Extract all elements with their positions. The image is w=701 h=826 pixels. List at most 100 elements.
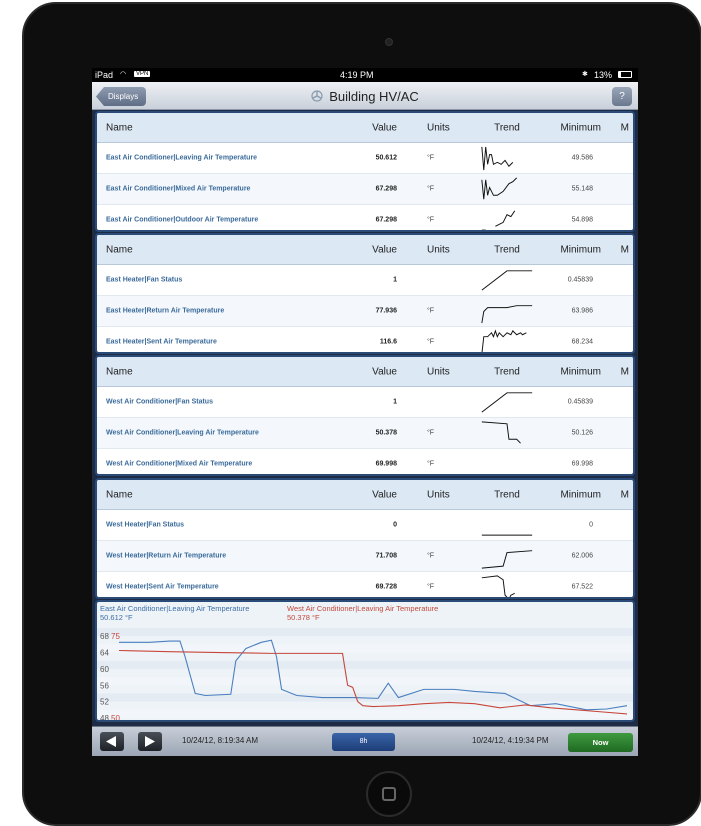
point-value: 77.936 bbox=[375, 307, 397, 315]
home-button[interactable] bbox=[366, 771, 412, 817]
legend-series-west: West Air Conditioner|Leaving Air Tempera… bbox=[287, 604, 438, 622]
point-minimum: 50.126 bbox=[571, 429, 593, 437]
trend-sparkline bbox=[481, 210, 516, 230]
panel-header-row: Name Value Units Trend Minimum M bbox=[97, 480, 633, 510]
table-row[interactable]: West Heater|Fan Status 0 0 bbox=[97, 510, 633, 541]
grid-band bbox=[97, 709, 633, 718]
table-row[interactable]: East Air Conditioner|Outdoor Air Tempera… bbox=[97, 205, 633, 230]
point-name: East Heater|Fan Status bbox=[106, 276, 183, 284]
front-camera bbox=[385, 38, 393, 46]
column-header-minimum: Minimum bbox=[560, 489, 601, 500]
column-header-minimum: Minimum bbox=[560, 244, 601, 255]
point-minimum: 55.148 bbox=[571, 185, 593, 193]
point-value: 69.998 bbox=[375, 460, 397, 468]
table-row[interactable]: East Air Conditioner|Mixed Air Temperatu… bbox=[97, 174, 633, 205]
table-row[interactable]: West Heater|Return Air Temperature 71.708… bbox=[97, 541, 633, 572]
carrier-label: iPad bbox=[95, 70, 114, 80]
point-minimum: 68.234 bbox=[571, 338, 593, 346]
battery-percent: 13% bbox=[594, 70, 613, 80]
table-row[interactable]: East Heater|Fan Status 1 0.45839 bbox=[97, 265, 633, 296]
point-value: 50.612 bbox=[375, 154, 397, 162]
trend-sparkline bbox=[481, 575, 515, 597]
column-header-maximum: M bbox=[620, 244, 629, 255]
point-name: West Air Conditioner|Fan Status bbox=[106, 398, 213, 406]
help-button[interactable]: ? bbox=[612, 87, 632, 106]
point-units: °F bbox=[427, 583, 435, 591]
trend-sparkline bbox=[481, 146, 514, 171]
trend-sparkline bbox=[481, 305, 533, 324]
point-name: East Heater|Return Air Temperature bbox=[106, 307, 225, 315]
point-minimum: 0.45839 bbox=[567, 276, 593, 284]
bottom-toolbar: 10/24/12, 8:19:34 AM 8h 10/24/12, 4:19:3… bbox=[92, 726, 638, 756]
panel-header-row: Name Value Units Trend Minimum M bbox=[97, 235, 633, 265]
table-row[interactable]: East Air Conditioner|Leaving Air Tempera… bbox=[97, 143, 633, 174]
trend-chart[interactable]: 48 52 56 60 64 68 50 75 bbox=[97, 626, 633, 720]
table-row[interactable]: West Air Conditioner|Mixed Air Temperatu… bbox=[97, 449, 633, 474]
start-time: 10/24/12, 8:19:34 AM bbox=[182, 736, 259, 745]
end-time: 10/24/12, 4:19:34 PM bbox=[472, 736, 549, 745]
vpn-badge: VPN bbox=[134, 71, 151, 77]
data-panel: Name Value Units Trend Minimum M West Air Cond… bbox=[95, 355, 635, 476]
point-units: °F bbox=[427, 307, 435, 315]
range-button[interactable]: 8h bbox=[332, 733, 395, 751]
point-units: °F bbox=[427, 154, 435, 162]
trend-sparkline bbox=[481, 534, 533, 536]
column-header-maximum: M bbox=[620, 366, 629, 377]
point-minimum: 63.986 bbox=[571, 307, 593, 315]
column-header-trend: Trend bbox=[494, 366, 520, 377]
legend-west-name: West Air Conditioner|Leaving Air Tempera… bbox=[287, 604, 439, 613]
table-row[interactable]: East Heater|Return Air Temperature 77.936… bbox=[97, 296, 633, 327]
previous-button[interactable] bbox=[100, 732, 124, 751]
point-name: East Heater|Sent Air Temperature bbox=[106, 338, 217, 346]
app-screen: iPad ◠ VPN 4:19 PM ✱ 13% Displays Buildi… bbox=[92, 68, 638, 756]
column-header-units: Units bbox=[427, 366, 450, 377]
point-name: West Heater|Sent Air Temperature bbox=[106, 583, 219, 591]
column-header-trend: Trend bbox=[494, 244, 520, 255]
trend-sparkline bbox=[481, 329, 527, 352]
legend-series-east: East Air Conditioner|Leaving Air Tempera… bbox=[100, 604, 249, 622]
data-panel: Name Value Units Trend Minimum M East Air Cond… bbox=[95, 111, 635, 232]
point-minimum: 67.522 bbox=[571, 583, 593, 591]
grid-band bbox=[97, 660, 633, 669]
column-header-name: Name bbox=[106, 489, 133, 500]
point-units: °F bbox=[427, 460, 435, 468]
arrow-right-icon bbox=[145, 736, 155, 747]
point-minimum: 54.898 bbox=[571, 216, 593, 224]
point-value: 71.708 bbox=[375, 552, 397, 560]
column-header-value: Value bbox=[372, 122, 397, 133]
point-value: 116.6 bbox=[379, 338, 397, 346]
point-value: 50.378 bbox=[375, 429, 397, 437]
point-value: 67.298 bbox=[375, 216, 397, 224]
battery-icon bbox=[618, 71, 632, 78]
data-panel: Name Value Units Trend Minimum M West Heater|F… bbox=[95, 478, 635, 599]
panel-header-row: Name Value Units Trend Minimum M bbox=[97, 357, 633, 387]
wifi-icon: ◠ bbox=[120, 71, 127, 78]
table-row[interactable]: West Air Conditioner|Leaving Air Tempera… bbox=[97, 418, 633, 449]
trend-sparkline bbox=[481, 177, 518, 200]
y-tick-label: 52 bbox=[100, 698, 109, 707]
trend-chart-panel[interactable]: East Air Conditioner|Leaving Air Tempera… bbox=[95, 600, 635, 722]
point-minimum: 49.586 bbox=[571, 154, 593, 162]
column-header-minimum: Minimum bbox=[560, 122, 601, 133]
next-button[interactable] bbox=[138, 732, 162, 751]
grid-band bbox=[97, 677, 633, 686]
point-name: West Air Conditioner|Leaving Air Tempera… bbox=[106, 429, 259, 437]
bluetooth-icon: ✱ bbox=[582, 71, 588, 78]
page-title-text: Building HV/AC bbox=[329, 89, 419, 104]
point-name: West Air Conditioner|Mixed Air Temperatu… bbox=[106, 460, 253, 468]
table-row[interactable]: West Heater|Sent Air Temperature 69.728 °F… bbox=[97, 572, 633, 597]
table-row[interactable]: East Heater|Sent Air Temperature 116.6 °F 6… bbox=[97, 327, 633, 352]
point-value: 69.728 bbox=[375, 583, 397, 591]
y-tick-label: 56 bbox=[100, 681, 109, 690]
now-button[interactable]: Now bbox=[568, 733, 633, 752]
column-header-units: Units bbox=[427, 244, 450, 255]
column-header-value: Value bbox=[372, 489, 397, 500]
point-name: West Heater|Fan Status bbox=[106, 521, 185, 529]
clock: 4:19 PM bbox=[340, 70, 374, 80]
column-header-name: Name bbox=[106, 244, 133, 255]
trend-sparkline bbox=[481, 550, 533, 569]
point-name: East Air Conditioner|Outdoor Air Tempera… bbox=[106, 216, 259, 224]
column-header-units: Units bbox=[427, 489, 450, 500]
table-row[interactable]: West Air Conditioner|Fan Status 1 0.45839 bbox=[97, 387, 633, 418]
point-units: °F bbox=[427, 216, 435, 224]
